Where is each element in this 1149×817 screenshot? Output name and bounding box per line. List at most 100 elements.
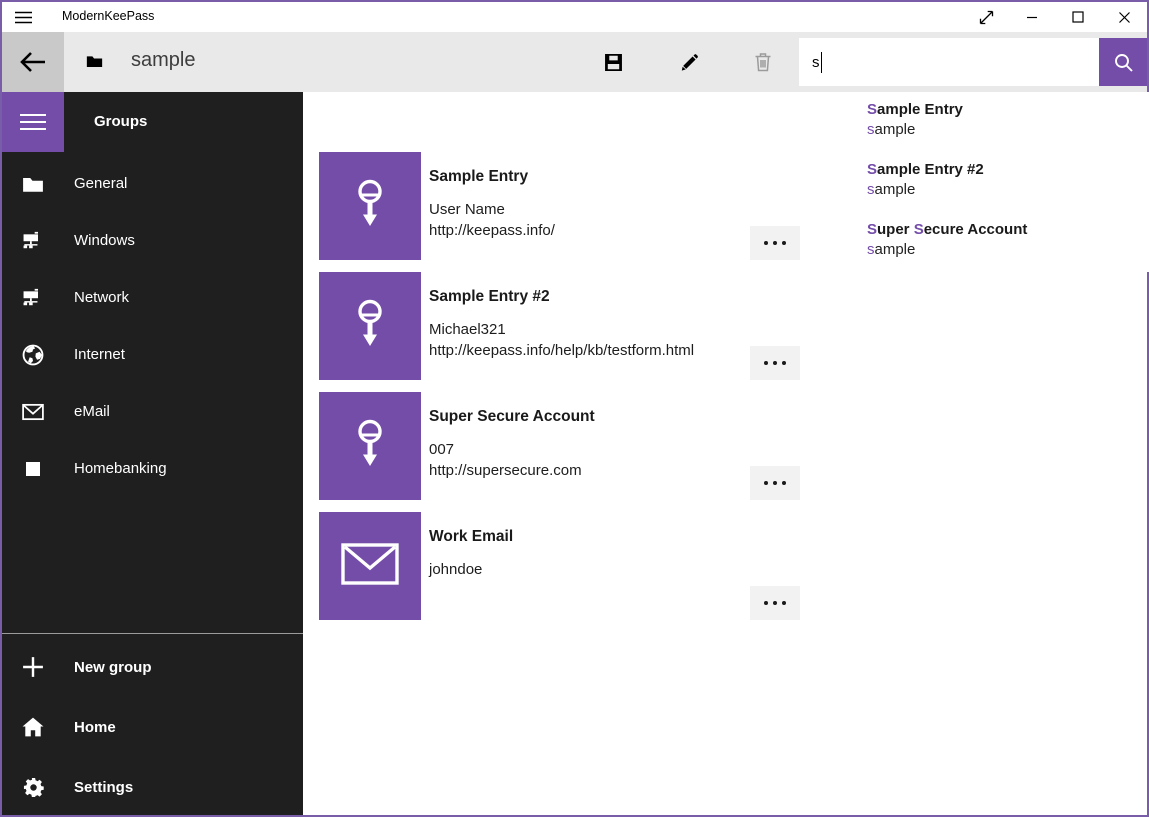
window-controls [963,2,1147,32]
entry-detail: johndoe [429,559,482,580]
sidebar-item-label: Internet [74,346,125,363]
back-button[interactable] [2,32,64,92]
workstation-icon [21,288,45,308]
search-input[interactable]: s [799,38,1099,86]
entry-detail: Michael321 [429,319,694,340]
suggestion-text-part: s [867,241,875,258]
suggestion-subtitle: sample [867,240,1149,260]
key-icon [347,418,393,475]
sidebar-item-settings[interactable]: Settings [2,757,303,817]
sidebar-footer: New group Home Settings [2,633,303,817]
mail-icon [341,543,399,590]
app-window: ModernKeePass sample [0,0,1149,817]
sidebar-item-label: New group [74,659,152,676]
suggestion-text-part: ample [875,121,916,138]
suggestion-text-part: S [914,221,924,238]
entry-details: User Namehttp://keepass.info/ [429,199,555,241]
entry-details: Michael321http://keepass.info/help/kb/te… [429,319,694,361]
key-icon [347,178,393,235]
edit-button[interactable] [669,44,709,80]
groups-list: General Windows Network Internet eMail Homeba… [2,155,303,497]
sidebar-item-home[interactable]: Home [2,697,303,757]
minimize-icon [1026,11,1038,23]
menu-button[interactable] [2,92,64,152]
entry-row-sample-entry-2[interactable]: Sample Entry #2Michael321http://keepass.… [319,272,800,380]
titlebar: ModernKeePass [2,2,1147,32]
database-title: sample [131,49,195,72]
mail-icon [21,403,45,421]
delete-button[interactable] [743,44,783,80]
suggestion-text-part: ecure Account [924,221,1028,238]
suggestion-text-part: ample Entry [877,101,963,118]
entry-row-sample-entry[interactable]: Sample EntryUser Namehttp://keepass.info… [319,152,800,260]
suggestion-item-1[interactable]: Sample Entry #2sample [855,152,1149,212]
search-icon [1114,53,1133,72]
sidebar: Groups General Windows Network Internet eMai… [2,92,303,815]
groups-heading: Groups [94,92,147,152]
sidebar-item-new-group[interactable]: New group [2,637,303,697]
app-title: ModernKeePass [62,9,154,23]
sidebar-item-label: Settings [74,779,133,796]
plus-icon [21,656,45,678]
sidebar-item-network[interactable]: Network [2,269,303,326]
sidebar-item-label: Homebanking [74,460,167,477]
entry-tile [319,512,421,620]
entry-row-super-secure-account[interactable]: Super Secure Account 007http://supersecur… [319,392,800,500]
delete-trash-icon [754,52,772,72]
suggestion-text-part: ample Entry #2 [877,161,984,178]
back-arrow-icon [19,51,47,73]
entry-detail: http://keepass.info/help/kb/testform.htm… [429,340,694,361]
sidebar-item-label: General [74,175,127,192]
maximize-icon [1072,11,1084,23]
entry-detail: http://supersecure.com [429,460,582,481]
entry-more-button[interactable] [750,466,800,500]
edit-pencil-icon [680,53,699,72]
suggestion-text-part: S [867,101,877,118]
sidebar-item-internet[interactable]: Internet [2,326,303,383]
suggestion-item-2[interactable]: Super Secure Accountsample [855,212,1149,272]
suggestion-text-part: S [867,161,877,178]
entry-detail: User Name [429,199,555,220]
square-icon [21,461,45,477]
folder-icon [21,175,45,193]
suggestion-title: Sample Entry [867,100,1149,120]
titlebar-hamburger-icon[interactable] [15,10,41,25]
suggestion-text-part: ample [875,241,916,258]
save-icon [604,53,623,72]
entry-row-work-email[interactable]: Work Email johndoe [319,512,800,620]
entry-detail: 007 [429,439,582,460]
sidebar-item-windows[interactable]: Windows [2,212,303,269]
database-folder-icon [86,54,103,73]
minimize-button[interactable] [1009,2,1055,32]
suggestion-title: Sample Entry #2 [867,160,1149,180]
entry-tile [319,392,421,500]
entry-tile [319,272,421,380]
entry-more-button[interactable] [750,346,800,380]
maximize-button[interactable] [1055,2,1101,32]
search-button[interactable] [1099,38,1147,86]
entry-more-button[interactable] [750,226,800,260]
entry-tile [319,152,421,260]
workstation-icon [21,231,45,251]
fullscreen-button[interactable] [963,2,1009,32]
entries-list: Sample EntryUser Namehttp://keepass.info… [319,152,800,632]
gear-icon [21,777,45,798]
sidebar-item-homebanking[interactable]: Homebanking [2,440,303,497]
command-bar: sample s [2,32,1147,92]
save-button[interactable] [593,44,633,80]
fullscreen-icon [979,10,994,25]
entry-more-button[interactable] [750,586,800,620]
sidebar-item-email[interactable]: eMail [2,383,303,440]
sidebar-item-label: Network [74,289,129,306]
entry-title: Super Secure Account [429,408,595,426]
globe-icon [21,344,45,366]
search-input-value: s [812,54,820,71]
suggestion-item-0[interactable]: Sample Entrysample [855,92,1149,152]
suggestion-subtitle: sample [867,180,1149,200]
suggestion-subtitle: sample [867,120,1149,140]
close-button[interactable] [1101,2,1147,32]
entry-title: Work Email [429,528,513,546]
sidebar-item-general[interactable]: General [2,155,303,212]
sidebar-item-label: eMail [74,403,110,420]
text-caret [821,52,823,73]
